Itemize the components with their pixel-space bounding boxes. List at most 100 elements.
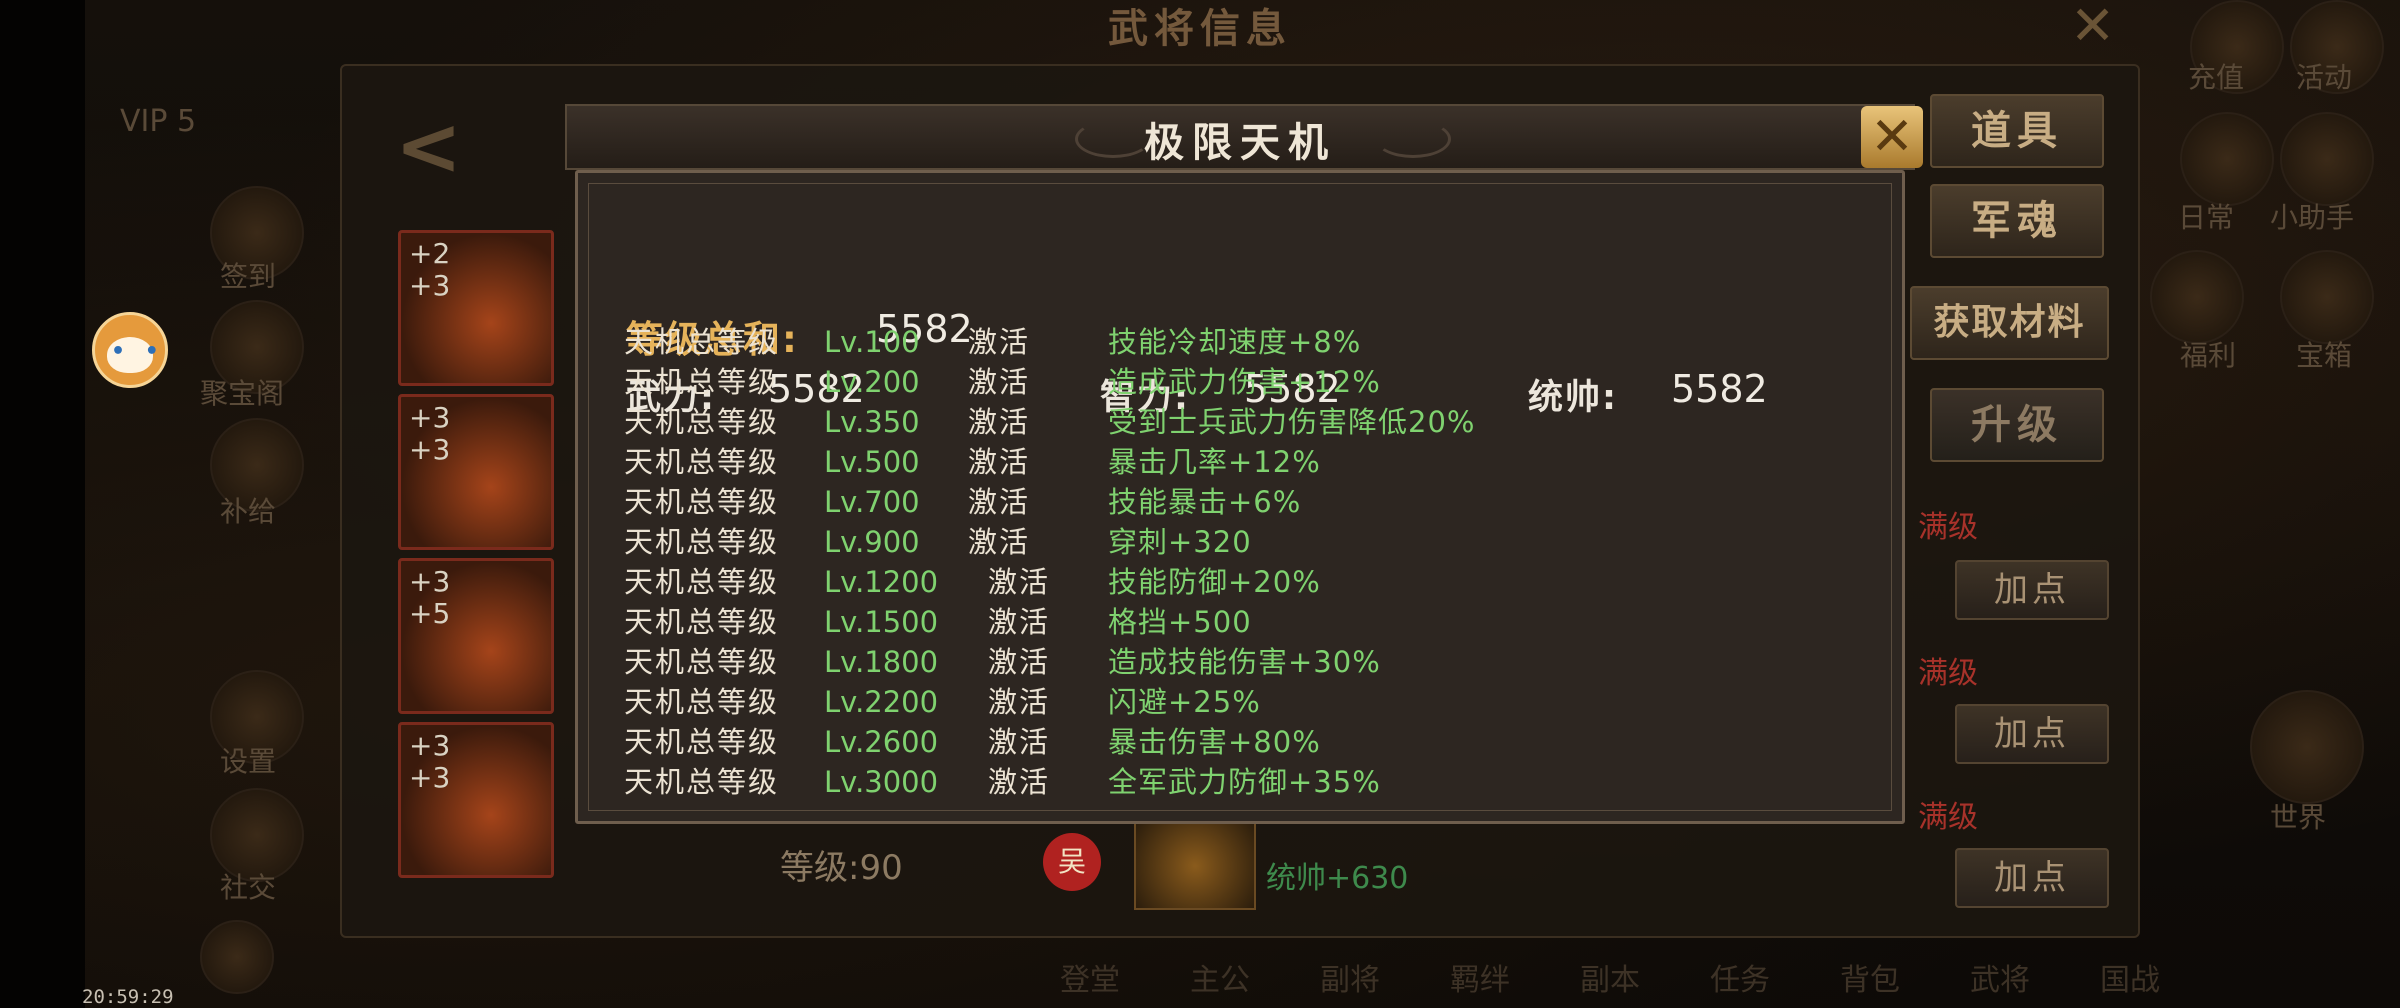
bottom-tab[interactable]: 羁绊 [1450, 955, 1510, 998]
row-level: Lv.350 [824, 405, 920, 439]
slot-top-bonus: +3 [409, 729, 451, 762]
row-prefix: 天机总等级 [624, 605, 780, 639]
close-icon[interactable]: ✕ [1861, 106, 1923, 168]
equip-slot[interactable]: +3 +3 [398, 394, 554, 550]
row-level: Lv.100 [824, 325, 920, 359]
row-activate: 激活 [968, 405, 1031, 439]
stat-label-command: 统帅: [1528, 378, 1618, 418]
right-menu-label: 活动 [2296, 61, 2353, 94]
world-icon[interactable] [2250, 690, 2364, 804]
equip-slot[interactable]: +3 +3 [398, 722, 554, 878]
row-prefix: 天机总等级 [624, 725, 780, 759]
bottom-tab[interactable]: 主公 [1190, 955, 1250, 998]
background-close-icon[interactable]: ✕ [2070, 0, 2115, 57]
dialog-title: 极限天机 [1144, 120, 1336, 166]
right-menu-label: 日常 [2178, 201, 2235, 234]
background-panel-title: 武将信息 [1108, 6, 1292, 52]
row-activate: 激活 [988, 765, 1051, 799]
row-prefix: 天机总等级 [624, 765, 780, 799]
bottom-tab[interactable]: 登堂 [1060, 955, 1120, 998]
slot-top-bonus: +3 [409, 401, 451, 434]
add-point-button[interactable]: 加点 [1955, 560, 2109, 620]
row-activate: 激活 [988, 565, 1051, 599]
row-activate: 激活 [968, 485, 1031, 519]
equip-slot[interactable]: +3 +5 [398, 558, 554, 714]
row-effect: 穿刺+320 [1108, 525, 1252, 559]
daily-icon[interactable] [2180, 112, 2274, 206]
row-prefix: 天机总等级 [624, 565, 780, 599]
row-activate: 激活 [988, 685, 1051, 719]
welfare-icon[interactable] [2150, 250, 2244, 344]
row-level: Lv.200 [824, 365, 920, 399]
add-point-button[interactable]: 加点 [1955, 848, 2109, 908]
slot-top-bonus: +2 [409, 237, 451, 270]
row-effect: 造成技能伤害+30% [1108, 645, 1381, 679]
soul-button[interactable]: 军魂 [1930, 184, 2104, 258]
max-level-label: 满级 [1918, 656, 1978, 691]
max-level-label: 满级 [1918, 510, 1978, 545]
right-menu-label: 宝箱 [2296, 339, 2353, 372]
row-activate: 激活 [968, 445, 1031, 479]
row-prefix: 天机总等级 [624, 485, 780, 519]
row-effect: 技能冷却速度+8% [1108, 325, 1362, 359]
left-menu-label: 补给 [220, 495, 277, 528]
slot-bottom-bonus: +3 [409, 269, 451, 302]
prev-arrow-icon[interactable]: < [395, 100, 462, 193]
row-level: Lv.900 [824, 525, 920, 559]
chest-icon[interactable] [2280, 250, 2374, 344]
left-menu-label: 社交 [220, 871, 277, 904]
stat-value-command: 5582 [1671, 367, 1768, 411]
vip-badge[interactable]: VIP 5 [120, 104, 196, 139]
bottom-tab[interactable]: 任务 [1710, 955, 1770, 998]
row-effect: 技能暴击+6% [1108, 485, 1302, 519]
stat-bonus-text: 统帅+630 [1266, 861, 1409, 896]
row-prefix: 天机总等级 [624, 365, 780, 399]
row-level: Lv.2200 [824, 685, 939, 719]
bottom-tab[interactable]: 国战 [2100, 955, 2160, 998]
bottom-tab[interactable]: 武将 [1970, 955, 2030, 998]
status-clock: 20:59:29 [82, 986, 174, 1008]
helper-icon[interactable] [2280, 112, 2374, 206]
row-effect: 受到士兵武力伤害降低20% [1108, 405, 1476, 439]
chat-icon[interactable] [200, 920, 274, 994]
equip-slot[interactable]: +2 +3 [398, 230, 554, 386]
slot-bottom-bonus: +5 [409, 597, 451, 630]
bottom-tab[interactable]: 副本 [1580, 955, 1640, 998]
row-activate: 激活 [988, 725, 1051, 759]
row-effect: 暴击伤害+80% [1108, 725, 1321, 759]
row-prefix: 天机总等级 [624, 645, 780, 679]
row-level: Lv.3000 [824, 765, 939, 799]
row-level: Lv.1200 [824, 565, 939, 599]
row-prefix: 天机总等级 [624, 405, 780, 439]
slot-top-bonus: +3 [409, 565, 451, 598]
row-activate: 激活 [988, 645, 1051, 679]
row-activate: 激活 [968, 525, 1031, 559]
right-menu-label: 世界 [2270, 801, 2327, 834]
assistant-cat-icon[interactable] [92, 312, 168, 388]
get-materials-button[interactable]: 获取材料 [1910, 286, 2109, 360]
weapon-icon[interactable] [1134, 822, 1256, 910]
row-effect: 造成武力伤害+12% [1108, 365, 1381, 399]
row-effect: 技能防御+20% [1108, 565, 1321, 599]
row-level: Lv.1800 [824, 645, 939, 679]
add-point-button[interactable]: 加点 [1955, 704, 2109, 764]
row-level: Lv.2600 [824, 725, 939, 759]
slot-bottom-bonus: +3 [409, 761, 451, 794]
row-effect: 格挡+500 [1108, 605, 1252, 639]
row-activate: 激活 [968, 325, 1031, 359]
right-menu-label: 充值 [2188, 61, 2245, 94]
row-level: Lv.700 [824, 485, 920, 519]
bottom-nav: 登堂 主公 副将 羁绊 副本 任务 背包 武将 国战 [1060, 955, 2400, 998]
left-menu-label: 设置 [220, 745, 277, 778]
bottom-tab[interactable]: 背包 [1840, 955, 1900, 998]
upgrade-button[interactable]: 升级 [1930, 388, 2104, 462]
items-button[interactable]: 道具 [1930, 94, 2104, 168]
bottom-tab[interactable]: 副将 [1320, 955, 1380, 998]
row-prefix: 天机总等级 [624, 445, 780, 479]
right-menu-label: 小助手 [2270, 201, 2355, 234]
faction-badge: 吴 [1043, 833, 1101, 891]
max-level-label: 满级 [1918, 800, 1978, 835]
row-prefix: 天机总等级 [624, 525, 780, 559]
slot-bottom-bonus: +3 [409, 433, 451, 466]
left-menu-label: 聚宝阁 [200, 377, 285, 410]
